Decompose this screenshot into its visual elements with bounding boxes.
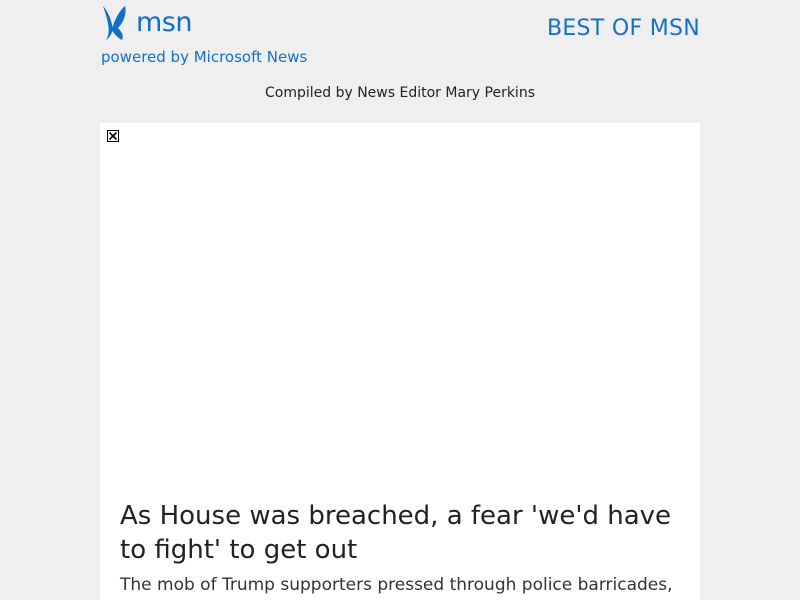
newsletter-page: msn powered by Microsoft News BEST OF MS… (0, 0, 800, 600)
msn-logo[interactable]: msn (100, 4, 192, 42)
article-card[interactable]: As House was breached, a fear 'we'd have… (100, 123, 700, 600)
article-headline[interactable]: As House was breached, a fear 'we'd have… (120, 499, 680, 567)
compiled-by-text: Compiled by News Editor Mary Perkins (264, 85, 535, 101)
newsletter-header: msn powered by Microsoft News BEST OF MS… (100, 0, 700, 120)
msn-logo-text: msn (136, 6, 192, 38)
article-summary: The mob of Trump supporters pressed thro… (120, 575, 673, 595)
msn-butterfly-icon (103, 6, 126, 40)
powered-by-link[interactable]: powered by Microsoft News (101, 48, 307, 66)
section-title[interactable]: BEST OF MSN (547, 16, 700, 41)
broken-image-icon[interactable] (107, 130, 119, 142)
